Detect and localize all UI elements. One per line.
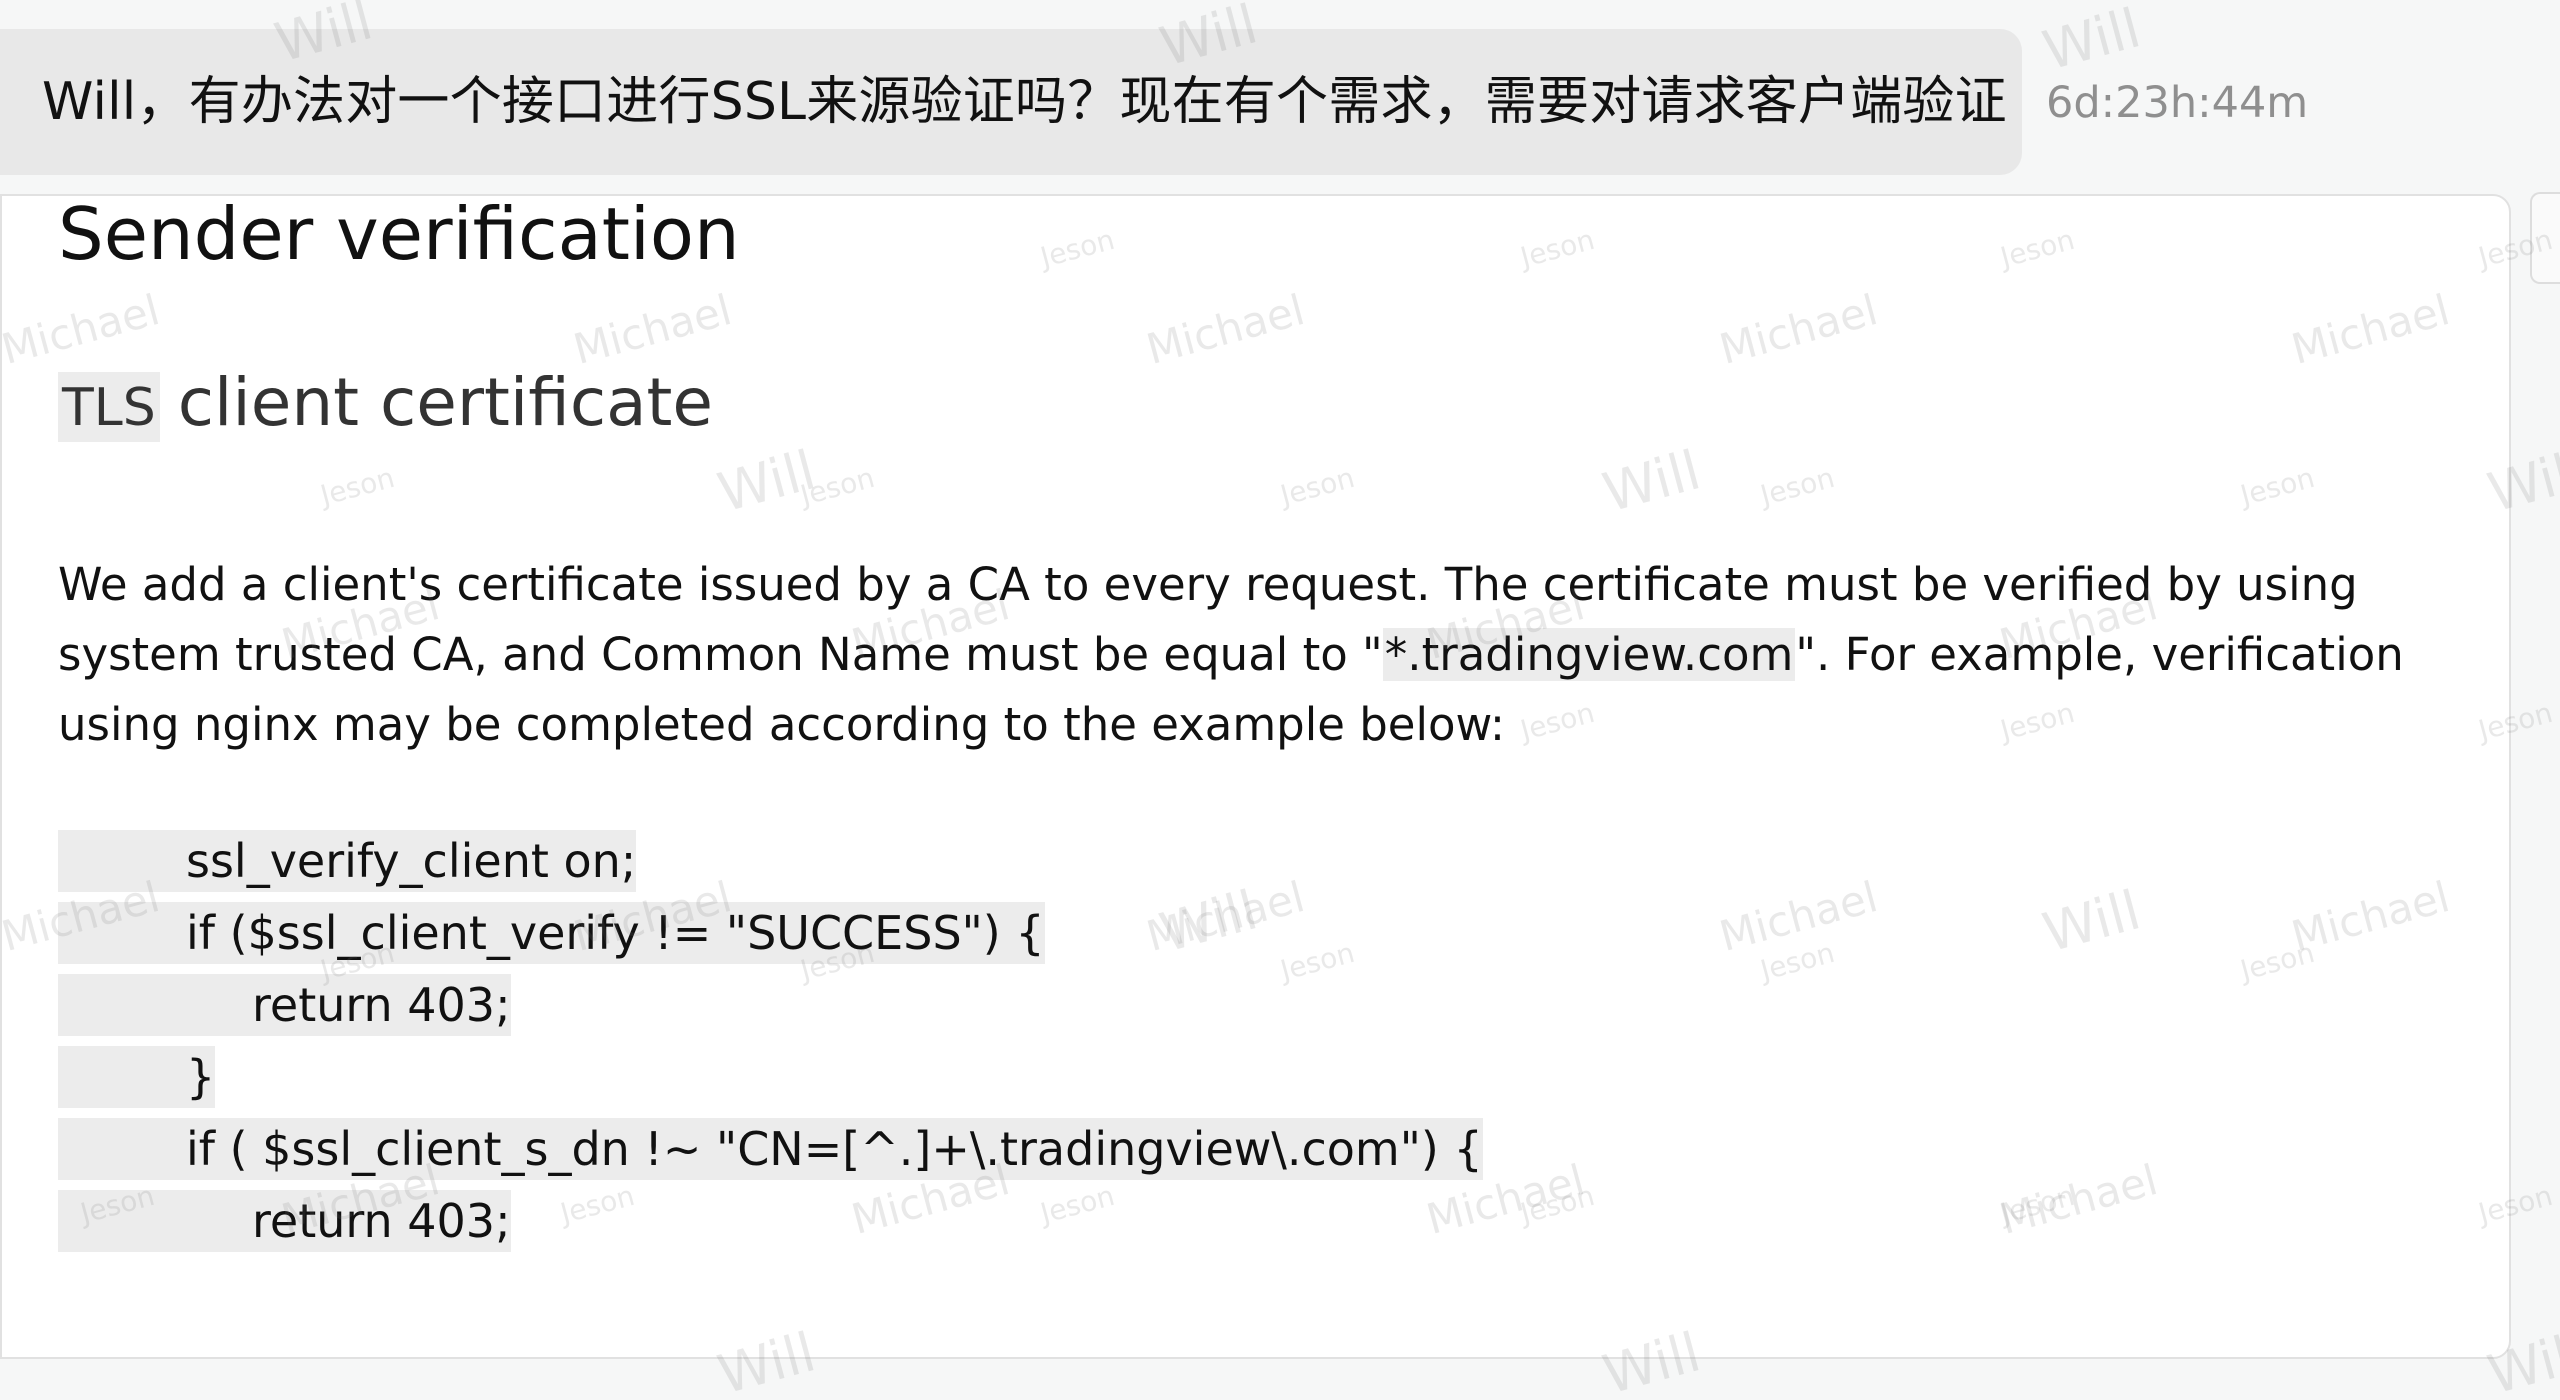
code-text: if ( $ssl_client_s_dn !~ "CN=[^.]+\.trad…: [58, 1118, 1483, 1180]
paragraph-line-2-end: ". For example, verification: [1795, 628, 2404, 681]
code-text: ssl_verify_client on;: [58, 830, 637, 892]
code-line: ssl_verify_client on;: [58, 830, 2058, 902]
nginx-code-block: ssl_verify_client on; if ($ssl_client_ve…: [58, 830, 2058, 1262]
document-title: Sender verification: [58, 192, 740, 276]
code-text: }: [58, 1046, 216, 1108]
code-line: if ($ssl_client_verify != "SUCCESS") {: [58, 902, 2058, 974]
message-text: Will，有办法对一个接口进行SSL来源验证吗？现在有个需求，需要对请求客户端验…: [42, 72, 2007, 132]
paragraph-line-2: system trusted CA, and Common Name must …: [58, 620, 2498, 690]
message-timestamp: 6d:23h:44m: [2046, 78, 2309, 128]
next-card-edge: [2530, 192, 2560, 284]
code-line: return 403;: [58, 1190, 2058, 1262]
document-subtitle: TLS client certificate: [58, 370, 713, 442]
code-text: return 403;: [58, 1190, 511, 1252]
tls-code-chip: TLS: [58, 372, 160, 442]
subtitle-rest: client certificate: [177, 364, 714, 441]
paragraph-line-2-start: system trusted CA, and Common Name must …: [58, 628, 1383, 681]
paragraph-line-1: We add a client's certificate issued by …: [58, 558, 2358, 611]
code-text: return 403;: [58, 974, 511, 1036]
document-paragraph: We add a client's certificate issued by …: [58, 550, 2498, 760]
message-bubble: Will，有办法对一个接口进行SSL来源验证吗？现在有个需求，需要对请求客户端验…: [0, 29, 2022, 175]
code-line: if ( $ssl_client_s_dn !~ "CN=[^.]+\.trad…: [58, 1118, 2058, 1190]
paragraph-line-3: using nginx may be completed according t…: [58, 698, 1506, 751]
code-line: }: [58, 1046, 2058, 1118]
code-line: return 403;: [58, 974, 2058, 1046]
inline-code-domain: *.tradingview.com: [1382, 628, 1796, 681]
watermark-will: Will: [2036, 0, 2147, 83]
code-text: if ($ssl_client_verify != "SUCCESS") {: [58, 902, 1045, 964]
